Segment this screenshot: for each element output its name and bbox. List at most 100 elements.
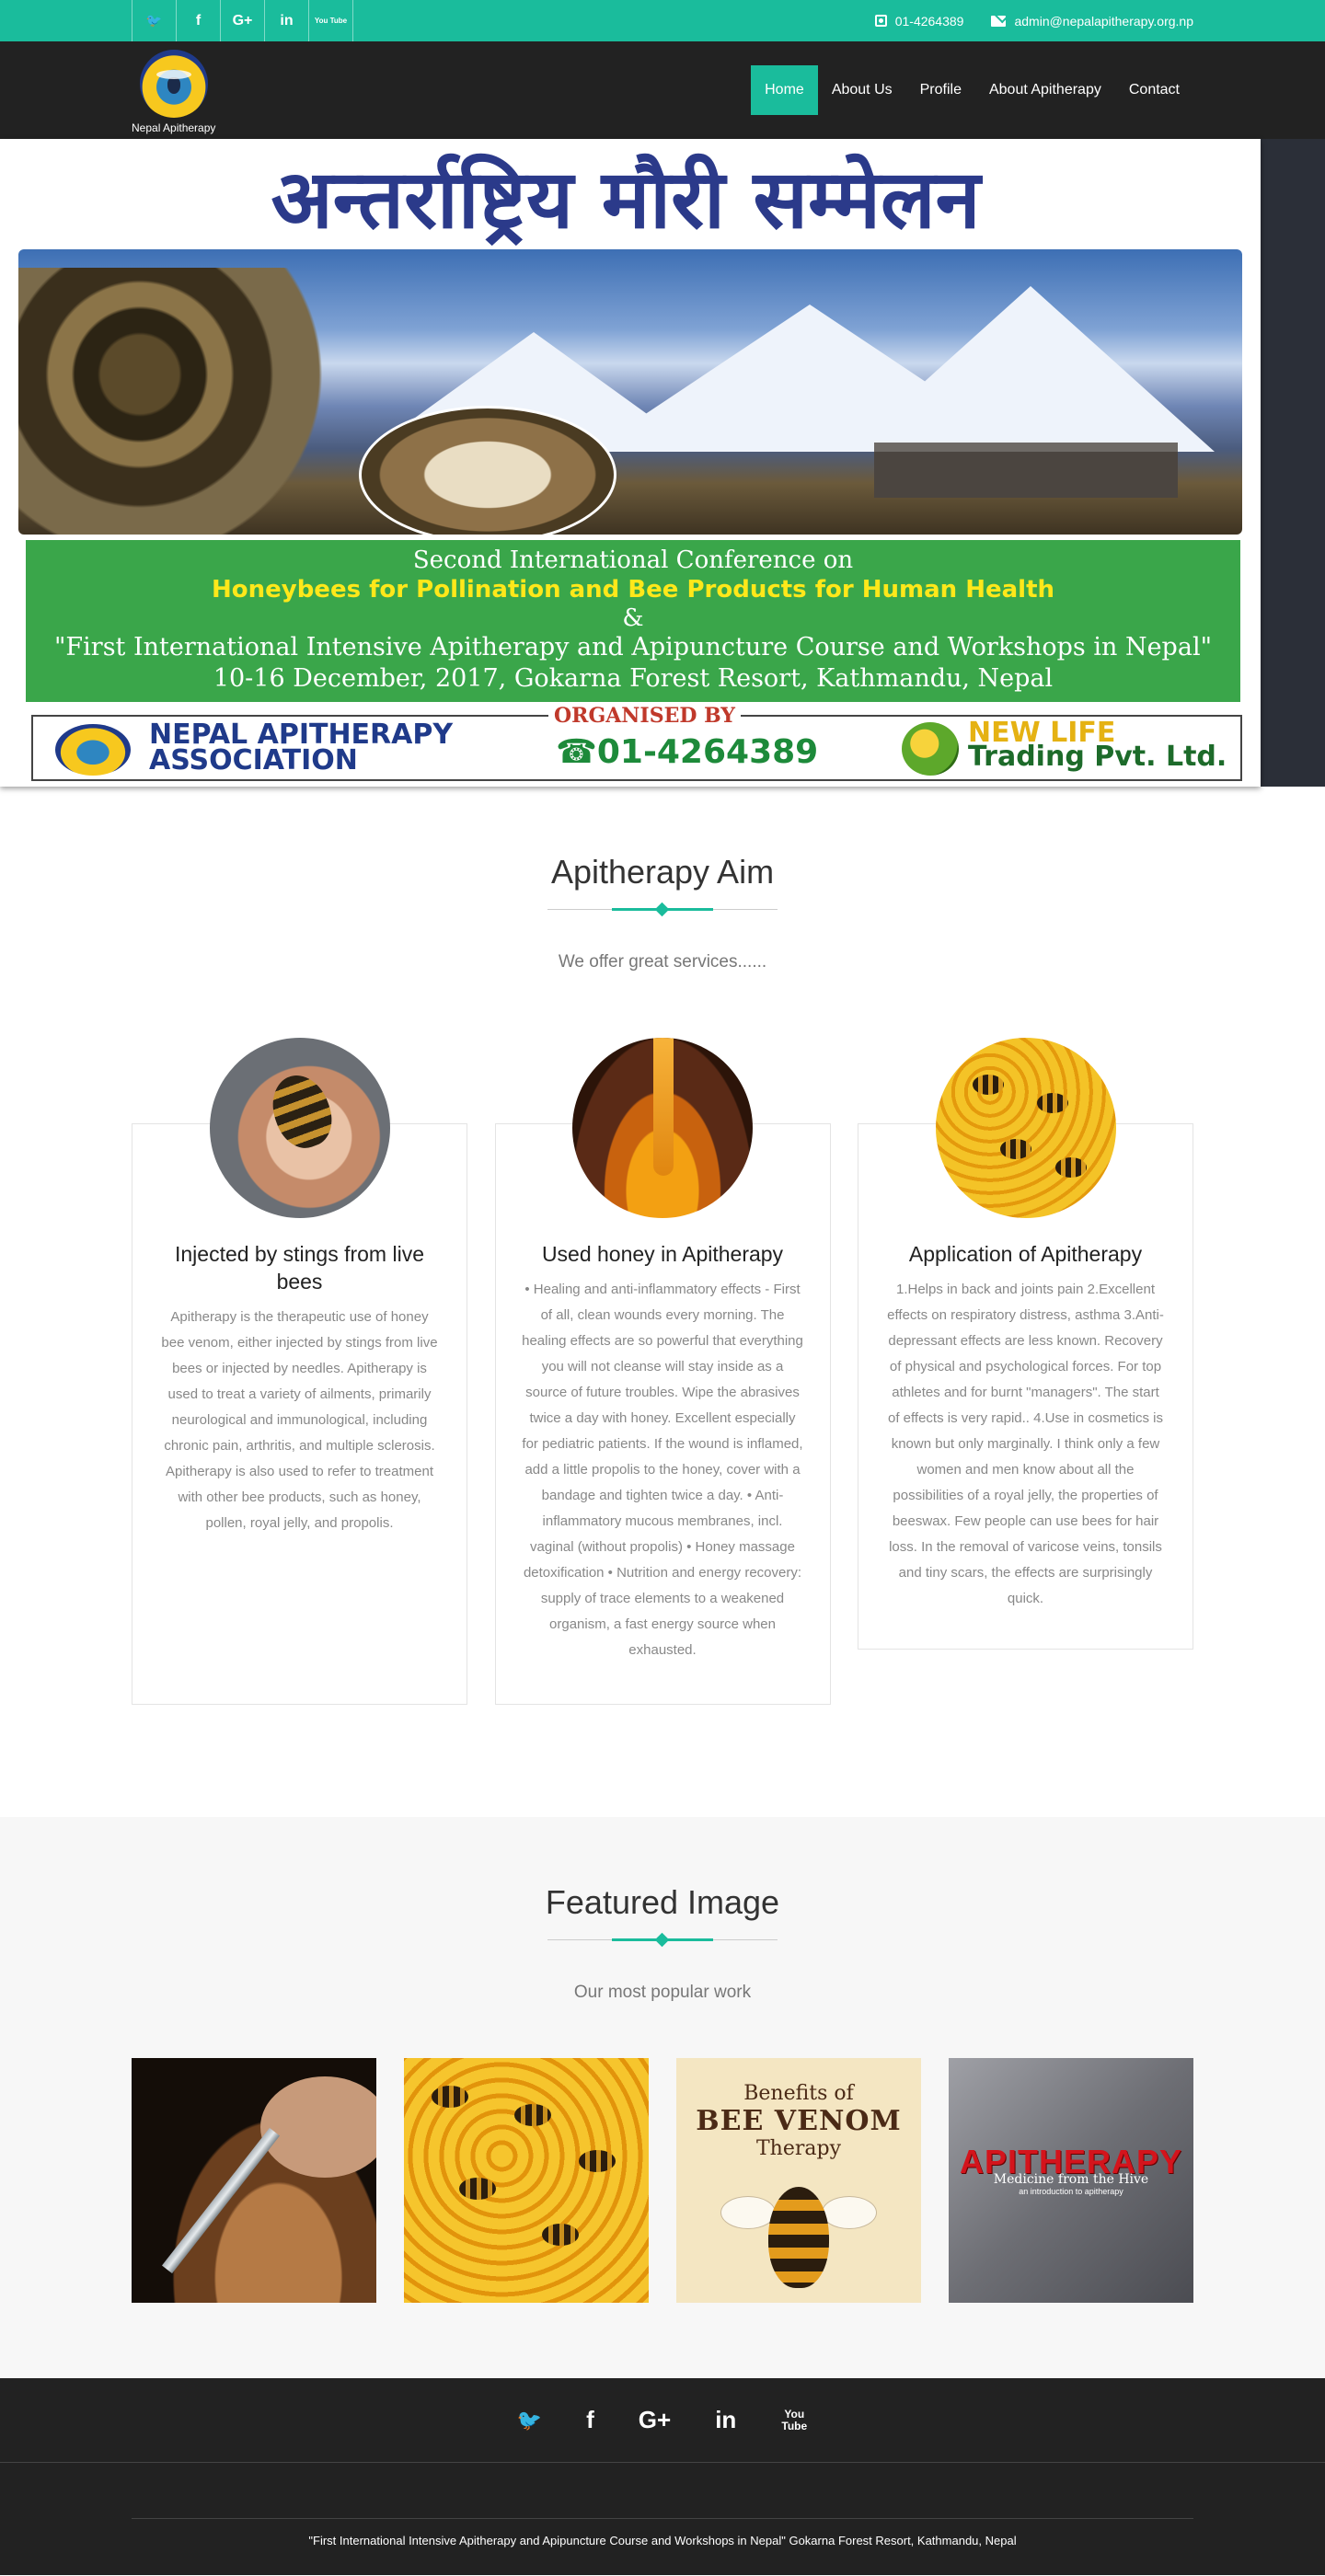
email-address[interactable]: admin@nepalapitherapy.org.np — [1014, 14, 1193, 29]
honey-drip-image — [572, 1038, 753, 1218]
twitter-icon[interactable]: 🐦 — [132, 0, 177, 41]
brand-logo-link[interactable]: Nepal Apitherapy — [132, 50, 215, 134]
diamond-icon — [654, 902, 670, 917]
bee-icon — [542, 2224, 579, 2246]
card-text: 1.Helps in back and joints pain 2.Excell… — [887, 1282, 1164, 1606]
organiser-name-line-2: ASSOCIATION — [149, 744, 358, 776]
organised-by-label: ORGANISED BY — [548, 704, 742, 728]
twitter-icon[interactable]: 🐦 — [517, 2409, 542, 2432]
venom-heading-1: Benefits of — [743, 2082, 854, 2105]
top-bar: 🐦 f G+ in You Tube 01-4264389 admin@nepa… — [0, 0, 1325, 41]
card-text: Apitherapy is the therapeutic use of hon… — [161, 1309, 438, 1531]
linkedin-icon[interactable]: in — [715, 2406, 736, 2434]
bee-icon — [768, 2187, 829, 2288]
youtube-icon[interactable]: You Tube — [309, 0, 353, 41]
nav-item-contact[interactable]: Contact — [1115, 65, 1193, 115]
footer-social-links: 🐦 f G+ in You Tube — [0, 2378, 1325, 2463]
gallery-image-honeycomb[interactable] — [404, 2058, 649, 2303]
bee-icon — [514, 2104, 551, 2126]
poster-conference-info: Second International Conference on Honey… — [26, 540, 1240, 702]
diamond-icon — [654, 1932, 670, 1948]
section-title: Apitherapy Aim — [550, 853, 775, 891]
footer-text: "First International Intensive Apitherap… — [132, 2518, 1193, 2547]
bee-icon — [262, 1067, 340, 1156]
footer: 🐦 f G+ in You Tube "First International … — [0, 2378, 1325, 2575]
poster-line-3: & — [622, 604, 644, 632]
gallery-image-bee-sting[interactable] — [132, 2058, 376, 2303]
service-card: Injected by stings from live bees Apithe… — [132, 1038, 467, 1705]
hero-banner: अन्तर्राष्ट्रिय मौरी सम्मेलन Second Inte… — [0, 139, 1325, 787]
nav-menu: Home About Us Profile About Apitherapy C… — [751, 65, 1193, 115]
phone-contact: 01-4264389 — [874, 14, 963, 29]
partner-name-line-2: Trading Pvt. Ltd. — [968, 741, 1227, 773]
card-title: Application of Apitherapy — [908, 1242, 1143, 1266]
gallery-image-bee-venom[interactable]: Benefits of BEE VENOM Therapy — [676, 2058, 921, 2303]
poster-line-5: 10-16 December, 2017, Gokarna Forest Res… — [213, 664, 1054, 693]
poster-line-2: Honeybees for Pollination and Bee Produc… — [211, 576, 1055, 604]
wing-shape — [822, 2196, 877, 2229]
partner-name: NEW LIFE Trading Pvt. Ltd. — [968, 719, 1227, 772]
section-divider — [547, 902, 778, 917]
bees-on-honeycomb-image — [935, 1038, 1116, 1218]
card-text: • Healing and anti-inflammatory effects … — [522, 1282, 803, 1658]
aim-section: Apitherapy Aim We offer great services..… — [0, 787, 1325, 1817]
venom-heading-3: Therapy — [755, 2137, 841, 2160]
bee-icon — [972, 1075, 1004, 1095]
bee-icon — [579, 2150, 616, 2172]
bee-icon — [999, 1139, 1031, 1159]
bee-on-hand-image — [209, 1038, 390, 1218]
mountain-shape — [847, 286, 1215, 452]
service-cards: Injected by stings from live bees Apithe… — [132, 1037, 1193, 1705]
linkedin-icon[interactable]: in — [265, 0, 309, 41]
card-title: Used honey in Apitherapy — [541, 1242, 784, 1266]
service-card: Used honey in Apitherapy • Healing and a… — [494, 1038, 831, 1705]
organiser-phone: ☎01-4264389 — [556, 733, 819, 771]
association-logo-icon — [139, 50, 208, 118]
top-contact: 01-4264389 admin@nepalapitherapy.org.np — [874, 14, 1193, 29]
brand-name: Nepal Apitherapy — [132, 121, 216, 134]
featured-gallery: Benefits of BEE VENOM Therapy APITHERAPY… — [132, 2058, 1193, 2303]
tweezers-shape — [161, 2127, 281, 2274]
conference-poster: अन्तर्राष्ट्रिय मौरी सम्मेलन Second Inte… — [0, 139, 1261, 787]
wing-shape — [720, 2196, 776, 2229]
poster-line-1: Second International Conference on — [412, 546, 854, 574]
section-title: Featured Image — [545, 1883, 780, 1921]
card-title: Injected by stings from live bees — [174, 1242, 424, 1294]
organiser-name: NEPAL APITHERAPY ASSOCIATION — [149, 721, 453, 776]
featured-section: Featured Image Our most popular work Ben… — [0, 1817, 1325, 2378]
facebook-icon[interactable]: f — [586, 2406, 594, 2434]
bee-icon — [432, 2086, 468, 2108]
honey-hunter-image — [359, 406, 616, 535]
village-house-image — [874, 443, 1178, 498]
association-logo-icon — [55, 724, 131, 776]
phone-icon — [874, 15, 887, 27]
nav-item-profile[interactable]: Profile — [906, 65, 975, 115]
section-divider — [547, 1932, 778, 1948]
nav-item-about-apitherapy[interactable]: About Apitherapy — [975, 65, 1115, 115]
youtube-icon[interactable]: You Tube — [780, 2408, 808, 2432]
bee-icon — [459, 2178, 496, 2200]
new-life-logo-icon — [902, 722, 959, 776]
google-plus-icon[interactable]: G+ — [221, 0, 265, 41]
poster-mountain-photo — [18, 249, 1242, 535]
bee-icon — [1054, 1157, 1087, 1178]
email-contact[interactable]: admin@nepalapitherapy.org.np — [991, 14, 1193, 29]
envelope-icon — [991, 15, 1007, 27]
gallery-image-apitherapy-book[interactable]: APITHERAPY Medicine from the Hive an int… — [949, 2058, 1193, 2303]
poster-line-4: "First International Intensive Apitherap… — [54, 633, 1212, 661]
poster-nepali-title: अन्तर्राष्ट्रिय मौरी सम्मेलन — [271, 151, 981, 247]
bee-icon — [1036, 1093, 1068, 1113]
nav-item-home[interactable]: Home — [751, 65, 818, 115]
section-subtitle: We offer great services...... — [558, 952, 767, 972]
main-navbar: Nepal Apitherapy Home About Us Profile A… — [0, 41, 1325, 139]
bee-swarm-image — [18, 268, 423, 535]
top-social-links: 🐦 f G+ in You Tube — [132, 0, 353, 41]
honey-drip-icon — [653, 1038, 674, 1176]
facebook-icon[interactable]: f — [177, 0, 221, 41]
google-plus-icon[interactable]: G+ — [639, 2406, 671, 2434]
service-card: Application of Apitherapy 1.Helps in bac… — [858, 1038, 1193, 1650]
nav-item-about-us[interactable]: About Us — [818, 65, 906, 115]
poster-organiser-strip: ORGANISED BY NEPAL APITHERAPY ASSOCIATIO… — [31, 704, 1242, 781]
section-subtitle: Our most popular work — [573, 1983, 752, 2002]
venom-heading-2: BEE VENOM — [696, 2105, 902, 2137]
